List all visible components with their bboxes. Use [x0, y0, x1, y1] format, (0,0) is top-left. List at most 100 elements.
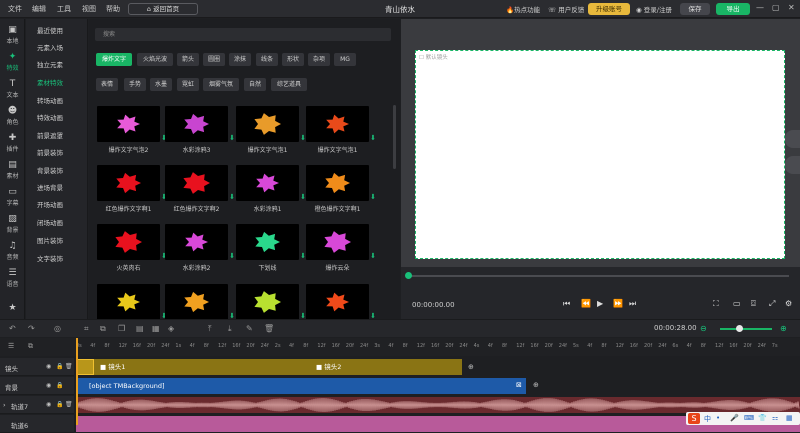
download-icon[interactable]: ⬇	[229, 134, 235, 142]
chip-misc[interactable]: 杂项	[308, 53, 330, 66]
preview-canvas[interactable]: ☐ 默认镜头	[415, 50, 785, 259]
prev-frame-icon[interactable]: ⏪	[581, 299, 591, 308]
effect-thumbnail[interactable]: ⬇	[165, 106, 235, 142]
category-item[interactable]: 进场背景	[37, 182, 63, 192]
category-item[interactable]: 特效动画	[37, 112, 63, 122]
download-icon[interactable]: ⬇	[370, 193, 376, 201]
chip-emoji[interactable]: 表情	[96, 78, 118, 91]
side-plugin-icon[interactable]	[785, 130, 800, 148]
camera-icon[interactable]: ⌼	[751, 299, 756, 309]
chip-gesture[interactable]: 手势	[124, 78, 146, 91]
keyboard-icon[interactable]: ⌨	[744, 414, 754, 422]
category-item[interactable]: 前景遮罩	[37, 130, 63, 140]
rail-character[interactable]: ☻ 角色	[0, 104, 25, 131]
chip-shape[interactable]: 形状	[282, 53, 304, 66]
copy-icon[interactable]: ❐	[118, 324, 125, 333]
close-icon[interactable]: ✕	[788, 3, 795, 12]
upgrade-button[interactable]: 升级账号	[588, 3, 630, 15]
progress-track[interactable]	[407, 275, 789, 277]
shot2-clip[interactable]: ■ 镜头2	[312, 359, 392, 375]
chip-ink[interactable]: 水墨	[150, 78, 172, 91]
rail-subtitles[interactable]: ▭ 字幕	[0, 185, 25, 212]
track-header-background[interactable]: 背景 ◉ 🔒	[0, 377, 74, 395]
chip-fire-wave[interactable]: 火焰光波	[137, 53, 173, 66]
effect-thumbnail[interactable]: ⬇	[236, 224, 306, 260]
zoom-slider[interactable]	[720, 328, 772, 330]
chip-nature[interactable]: 自然	[244, 78, 266, 91]
background-clip[interactable]: [object TMBackground]	[76, 378, 526, 394]
track-settings-icon[interactable]: ☰	[8, 342, 14, 350]
clip-edit-icon[interactable]: ⊠	[516, 381, 522, 389]
skin-icon[interactable]: 👕	[758, 414, 767, 422]
screen-icon[interactable]: ▭	[733, 299, 741, 308]
category-item[interactable]: 转场动画	[37, 95, 63, 105]
mic-icon[interactable]: 🎤	[730, 414, 739, 422]
shot-clip-handle[interactable]	[76, 359, 94, 375]
menu-tools[interactable]: 工具	[57, 4, 71, 14]
ime-chinese[interactable]: 中	[704, 414, 711, 424]
group-icon[interactable]: ▦	[152, 324, 160, 333]
download-icon[interactable]: ⬇	[370, 252, 376, 260]
rail-assets[interactable]: ▤ 素材	[0, 158, 25, 185]
effect-thumbnail[interactable]: ⬇	[165, 224, 235, 260]
menu-help[interactable]: 帮助	[106, 4, 120, 14]
lock-icon[interactable]: 🔒	[56, 382, 63, 389]
category-item[interactable]: 前景装饰	[37, 147, 63, 157]
rail-audio[interactable]: ♫ 音频	[0, 239, 25, 266]
chip-variety-props[interactable]: 综艺道具	[271, 78, 307, 91]
split-icon[interactable]: ⧉	[100, 324, 106, 334]
rail-effects[interactable]: ✦ 特效	[0, 50, 25, 77]
effect-thumbnail[interactable]: ⬇	[165, 165, 235, 201]
align-icon[interactable]: ▤	[136, 324, 144, 333]
track-toggle-icon[interactable]: ⧉	[28, 342, 33, 351]
sogou-icon[interactable]: S	[688, 413, 700, 424]
effect-thumbnail[interactable]: ⬇	[306, 106, 376, 142]
chip-neon[interactable]: 霓虹	[177, 78, 199, 91]
wand-icon[interactable]: ✎	[246, 324, 253, 333]
eye-icon[interactable]: ◉	[46, 363, 51, 370]
effect-thumbnail[interactable]: ⬇	[97, 106, 167, 142]
effect-thumbnail[interactable]: ⬇	[236, 165, 306, 201]
record-icon[interactable]: ◎	[54, 324, 61, 333]
shot1-clip[interactable]: ■ 镜头1	[96, 359, 176, 375]
category-item[interactable]: 独立元素	[37, 59, 63, 69]
category-item[interactable]: 元素入场	[37, 42, 63, 52]
download-icon[interactable]: ⬇	[370, 134, 376, 142]
save-button[interactable]: 保存	[680, 3, 710, 15]
toolbox-icon[interactable]: ⚏	[772, 414, 778, 422]
minimize-icon[interactable]: —	[756, 3, 764, 12]
zoom-in-icon[interactable]: ⊕	[780, 324, 787, 333]
rail-text[interactable]: T 文本	[0, 77, 25, 104]
chip-explosion-text[interactable]: 爆炸文字	[96, 53, 132, 66]
audio-clip[interactable]	[75, 397, 800, 413]
category-item[interactable]: 图片装饰	[37, 235, 63, 245]
effect-thumbnail[interactable]: ⬇	[306, 284, 376, 320]
crop-icon[interactable]: ⛶	[713, 299, 719, 309]
maximize-icon[interactable]: ▢	[772, 3, 780, 12]
rail-background[interactable]: ▨ 背景	[0, 212, 25, 239]
category-item[interactable]: 背景装饰	[37, 165, 63, 175]
trash-icon[interactable]: 🗑	[65, 401, 73, 408]
menu-file[interactable]: 文件	[8, 4, 22, 14]
chip-arrow[interactable]: 箭头	[177, 53, 199, 66]
category-item[interactable]: 开场动画	[37, 199, 63, 209]
effect-thumbnail[interactable]: ⬇	[97, 165, 167, 201]
delete-icon[interactable]: 🗑	[264, 324, 274, 333]
fullscreen-icon[interactable]: ⤢	[769, 299, 775, 309]
lock-icon[interactable]: 🔒	[56, 363, 63, 370]
panel-scrollbar[interactable]	[393, 105, 396, 169]
effect-thumbnail[interactable]: ⬇	[236, 106, 306, 142]
next-frame-icon[interactable]: ⏩	[613, 299, 623, 308]
redo-icon[interactable]: ↷	[28, 324, 35, 333]
rail-local[interactable]: ▣ 本地	[0, 23, 25, 50]
login-link[interactable]: ◉ 登录/注册	[636, 4, 672, 14]
back-home-button[interactable]: ⌂ 返回首页	[128, 3, 198, 15]
eye-icon[interactable]: ◉	[46, 401, 51, 408]
zoom-out-icon[interactable]: ⊖	[700, 324, 707, 333]
hot-features-link[interactable]: 🔥热点功能	[506, 4, 540, 14]
chip-line[interactable]: 线条	[256, 53, 278, 66]
side-bot-icon[interactable]	[785, 156, 800, 174]
settings-icon[interactable]: ⚙	[785, 299, 792, 308]
trash-icon[interactable]: 🗑	[65, 363, 73, 370]
chip-smoke[interactable]: 烟雾气氛	[203, 78, 239, 91]
